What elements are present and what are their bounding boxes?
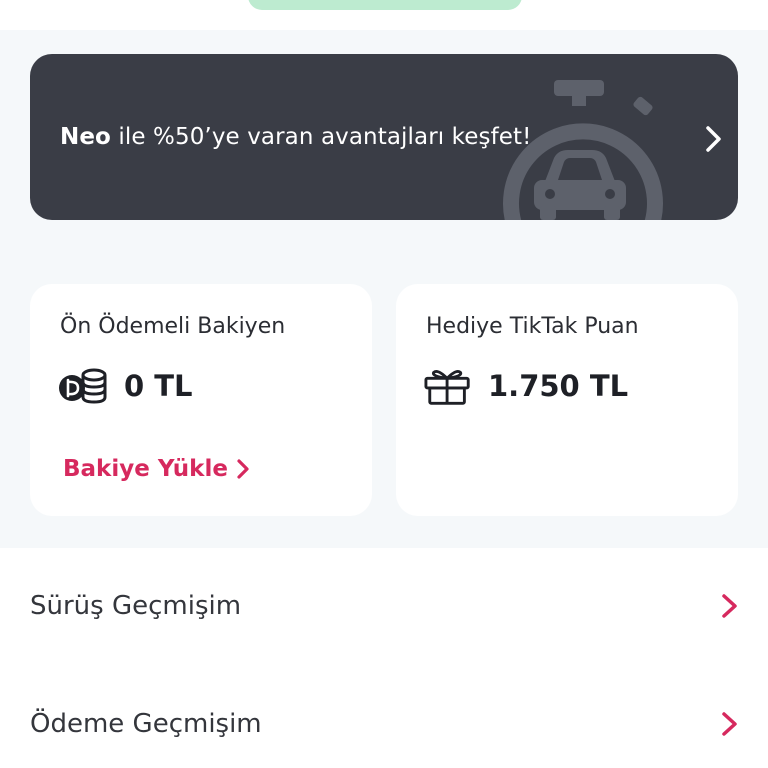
top-action-pill[interactable]: [248, 0, 522, 10]
gift-points-label: Hediye TikTak Puan: [426, 314, 639, 339]
gift-points-value: 1.750 TL: [488, 369, 629, 403]
account-menu: Sürüş Geçmişim Ödeme Geçmişim: [0, 548, 768, 768]
gift-points-value-row: 1.750 TL: [424, 366, 628, 406]
menu-item-ride-history[interactable]: Sürüş Geçmişim: [0, 548, 768, 664]
promo-message: ile %50’ye varan avantajları keşfet!: [110, 124, 532, 150]
load-balance-button[interactable]: Bakiye Yükle: [63, 456, 250, 482]
coins-icon: [59, 368, 107, 404]
promo-brand: Neo: [60, 124, 111, 150]
prepaid-balance-label: Ön Ödemeli Bakiyen: [60, 314, 286, 339]
chevron-right-icon: [237, 459, 249, 479]
neo-promo-banner[interactable]: Neo ile %50’ye varan avantajları keşfet!: [30, 54, 738, 220]
prepaid-balance-value: 0 TL: [124, 369, 193, 403]
top-strip: [0, 0, 768, 30]
chevron-right-icon: [722, 712, 737, 736]
menu-item-label: Ödeme Geçmişim: [30, 709, 262, 739]
gift-points-card: Hediye TikTak Puan 1.750 TL: [396, 284, 738, 516]
load-balance-label: Bakiye Yükle: [63, 456, 228, 482]
chevron-right-icon[interactable]: [702, 124, 724, 154]
menu-item-label: Sürüş Geçmişim: [30, 591, 242, 621]
prepaid-balance-card: Ön Ödemeli Bakiyen 0 TL Bakiye Yükle: [30, 284, 372, 516]
gift-icon: [424, 370, 470, 405]
prepaid-balance-value-row: 0 TL: [58, 366, 193, 406]
menu-item-payment-history[interactable]: Ödeme Geçmişim: [0, 666, 768, 768]
promo-text: Neo ile %50’ye varan avantajları keşfet!: [60, 124, 532, 150]
chevron-right-icon: [722, 594, 737, 618]
